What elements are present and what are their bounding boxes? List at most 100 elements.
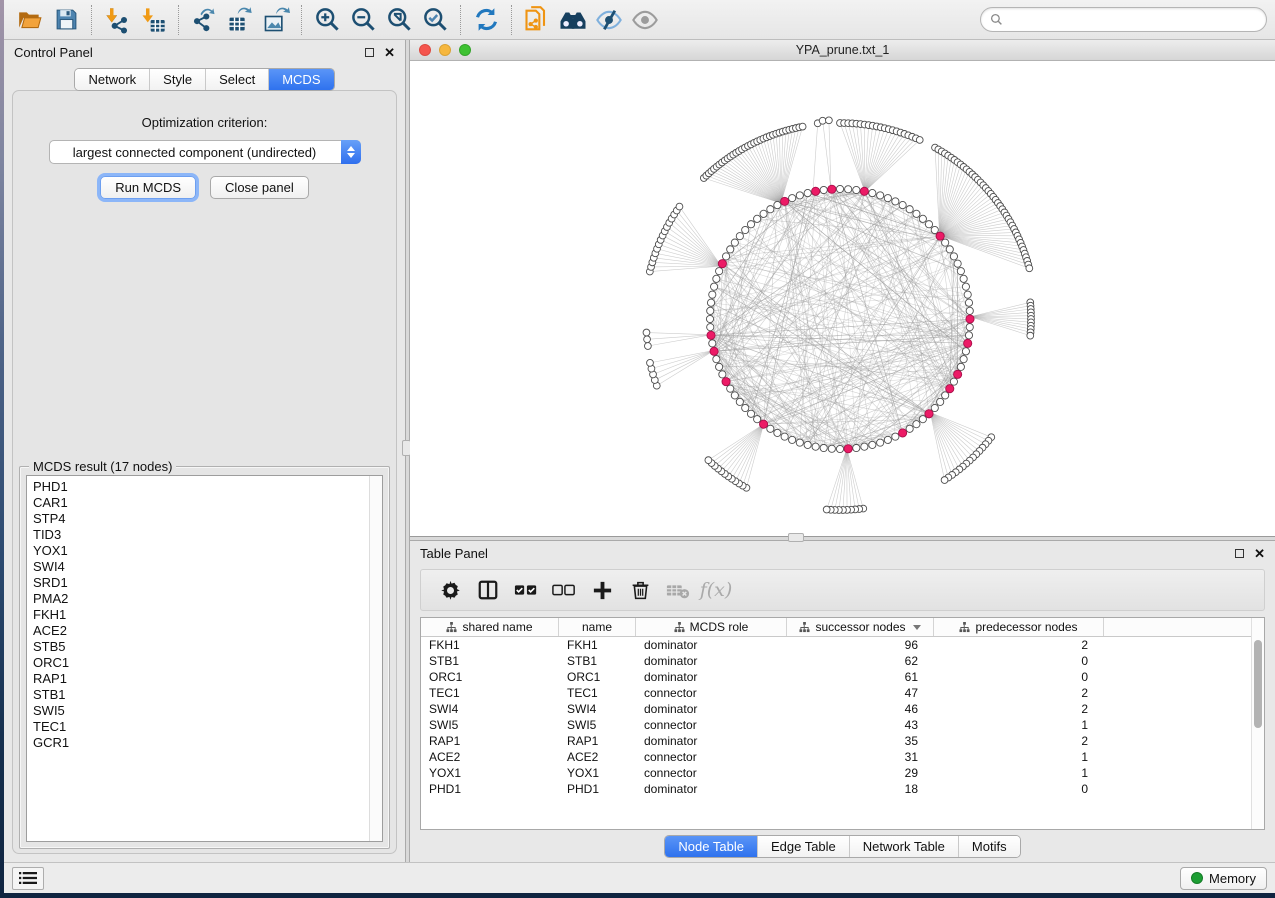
close-panel-icon[interactable]: ✕ [384, 46, 395, 59]
graph-node[interactable] [804, 189, 811, 196]
network-graph[interactable] [410, 61, 1275, 537]
deselect-all-icon[interactable] [545, 574, 583, 606]
graph-node[interactable] [960, 356, 967, 363]
graph-node[interactable] [754, 416, 761, 423]
search-network-icon[interactable] [555, 4, 591, 36]
graph-node[interactable] [804, 441, 811, 448]
graph-node[interactable] [767, 425, 774, 432]
mcds-result-item[interactable]: SRD1 [33, 575, 369, 591]
mcds-result-item[interactable]: GCR1 [33, 735, 369, 751]
graph-node[interactable] [950, 378, 957, 385]
graph-node[interactable] [946, 385, 954, 393]
graph-node[interactable] [747, 221, 754, 228]
graph-node[interactable] [707, 324, 714, 331]
table-row[interactable]: ORC1ORC1dominator610 [421, 669, 1251, 685]
graph-node[interactable] [742, 226, 749, 233]
columns-icon[interactable] [469, 574, 507, 606]
graph-node[interactable] [828, 445, 835, 452]
close-panel-button[interactable]: Close panel [210, 176, 309, 199]
graph-node[interactable] [913, 210, 920, 217]
search-input[interactable] [1009, 13, 1257, 27]
graph-node[interactable] [707, 307, 714, 314]
export-table-icon[interactable] [222, 4, 258, 36]
tab-style[interactable]: Style [149, 69, 205, 90]
graph-node[interactable] [869, 189, 876, 196]
graph-node[interactable] [931, 404, 938, 411]
graph-node[interactable] [644, 343, 651, 350]
tab-mcds[interactable]: MCDS [268, 69, 333, 90]
mcds-result-list[interactable]: PHD1CAR1STP4TID3YOX1SWI4SRD1PMA2FKH1ACE2… [26, 475, 383, 842]
graph-node[interactable] [906, 206, 913, 213]
graph-node[interactable] [709, 340, 716, 347]
graph-node[interactable] [962, 283, 969, 290]
table-row[interactable]: SWI4SWI4dominator462 [421, 701, 1251, 717]
graph-node[interactable] [919, 215, 926, 222]
task-history-button[interactable] [12, 867, 44, 890]
float-panel-icon[interactable] [1235, 549, 1244, 558]
graph-node[interactable] [731, 239, 738, 246]
column-header-name[interactable]: name [559, 618, 636, 636]
mcds-result-item[interactable]: ORC1 [33, 655, 369, 671]
graph-node[interactable] [676, 203, 683, 210]
graph-node[interactable] [742, 404, 749, 411]
mcds-list-scrollbar[interactable] [369, 476, 382, 841]
splitter-handle[interactable] [788, 533, 804, 542]
scrollbar-thumb[interactable] [1254, 640, 1262, 728]
graph-node[interactable] [966, 315, 974, 323]
table-scrollbar[interactable] [1251, 618, 1264, 829]
column-header-successor-nodes[interactable]: successor nodes [787, 618, 934, 636]
table-row[interactable]: YOX1YOX1connector291 [421, 765, 1251, 781]
mcds-result-item[interactable]: FKH1 [33, 607, 369, 623]
graph-node[interactable] [727, 385, 734, 392]
network-titlebar[interactable]: YPA_prune.txt_1 [410, 40, 1275, 61]
mcds-result-item[interactable]: SWI5 [33, 703, 369, 719]
tab-motifs[interactable]: Motifs [958, 836, 1020, 857]
graph-node[interactable] [899, 429, 907, 437]
graph-node[interactable] [705, 457, 712, 464]
graph-node[interactable] [706, 315, 713, 322]
graph-node[interactable] [767, 206, 774, 213]
graph-node[interactable] [731, 392, 738, 399]
graph-node[interactable] [719, 371, 726, 378]
graph-node[interactable] [966, 324, 973, 331]
table-row[interactable]: ACE2ACE2connector311 [421, 749, 1251, 765]
refresh-icon[interactable] [468, 4, 504, 36]
mcds-result-item[interactable]: TID3 [33, 527, 369, 543]
mcds-result-item[interactable]: STB1 [33, 687, 369, 703]
graph-node[interactable] [869, 441, 876, 448]
graph-node[interactable] [884, 436, 891, 443]
open-folder-icon[interactable] [12, 4, 48, 36]
delete-column-icon[interactable] [621, 574, 659, 606]
mcds-result-item[interactable]: YOX1 [33, 543, 369, 559]
graph-node[interactable] [643, 329, 650, 336]
graph-node[interactable] [950, 253, 957, 260]
graph-node[interactable] [716, 268, 723, 275]
show-selection-icon[interactable] [627, 4, 663, 36]
node-table[interactable]: shared namenameMCDS rolesuccessor nodesp… [420, 617, 1265, 830]
graph-node[interactable] [707, 299, 714, 306]
zoom-in-icon[interactable] [309, 4, 345, 36]
graph-node[interactable] [960, 275, 967, 282]
graph-node[interactable] [718, 260, 726, 268]
mcds-result-item[interactable]: STB5 [33, 639, 369, 655]
graph-node[interactable] [747, 410, 754, 417]
graph-node[interactable] [899, 201, 906, 208]
graph-node[interactable] [919, 416, 926, 423]
graph-node[interactable] [823, 506, 830, 513]
mcds-result-item[interactable]: PHD1 [33, 479, 369, 495]
search-field[interactable] [980, 7, 1267, 32]
graph-node[interactable] [965, 332, 972, 339]
graph-node[interactable] [710, 283, 717, 290]
import-table-icon[interactable] [135, 4, 171, 36]
graph-node[interactable] [736, 233, 743, 240]
graph-node[interactable] [796, 439, 803, 446]
save-icon[interactable] [48, 4, 84, 36]
column-header-shared-name[interactable]: shared name [421, 618, 559, 636]
tab-node-table[interactable]: Node Table [665, 836, 757, 857]
graph-node[interactable] [774, 201, 781, 208]
graph-node[interactable] [644, 336, 651, 343]
graph-node[interactable] [789, 195, 796, 202]
import-network-icon[interactable] [99, 4, 135, 36]
graph-node[interactable] [853, 444, 860, 451]
graph-node[interactable] [954, 260, 961, 267]
